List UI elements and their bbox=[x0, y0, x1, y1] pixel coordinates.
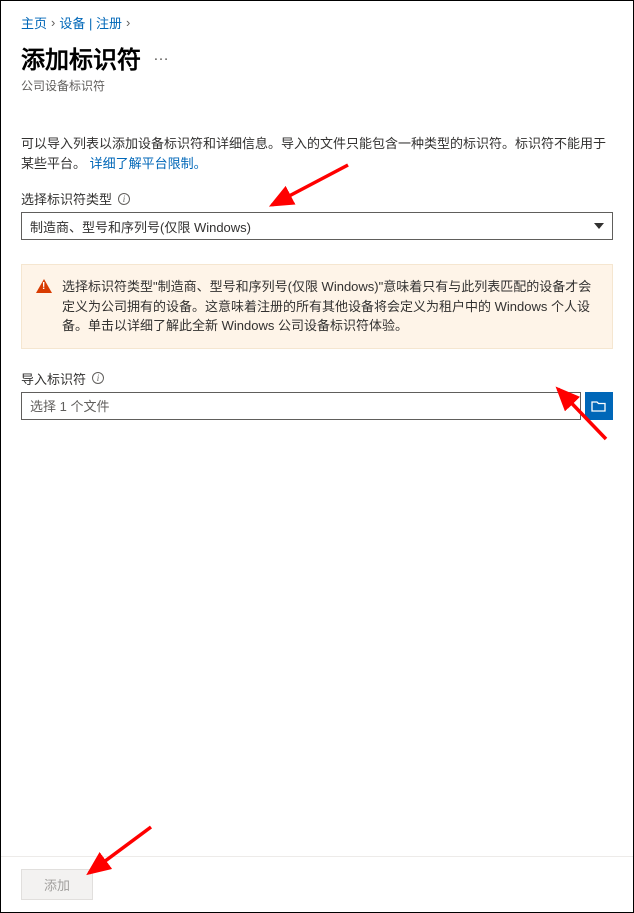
info-icon[interactable]: i bbox=[92, 372, 104, 384]
breadcrumb-home[interactable]: 主页 bbox=[21, 13, 47, 32]
file-input[interactable]: 选择 1 个文件 bbox=[21, 392, 581, 420]
identifier-type-label: 选择标识符类型 i bbox=[21, 189, 613, 208]
info-icon[interactable]: i bbox=[118, 193, 130, 205]
warning-banner: 选择标识符类型"制造商、型号和序列号(仅限 Windows)"意味着只有与此列表… bbox=[21, 264, 613, 349]
breadcrumb: 主页 › 设备 | 注册 › bbox=[21, 9, 613, 40]
more-actions[interactable]: … bbox=[153, 47, 169, 69]
warning-icon bbox=[36, 279, 52, 293]
page-subtitle: 公司设备标识符 bbox=[21, 77, 613, 94]
add-button[interactable]: 添加 bbox=[21, 869, 93, 900]
browse-button[interactable] bbox=[585, 392, 613, 420]
breadcrumb-separator: › bbox=[126, 15, 130, 30]
description-text: 可以导入列表以添加设备标识符和详细信息。导入的文件只能包含一种类型的标识符。标识… bbox=[21, 134, 613, 173]
identifier-type-select[interactable]: 制造商、型号和序列号(仅限 Windows) bbox=[21, 212, 613, 240]
breadcrumb-devices[interactable]: 设备 | 注册 bbox=[59, 13, 122, 32]
breadcrumb-separator: › bbox=[51, 15, 55, 30]
folder-icon bbox=[591, 399, 607, 413]
identifier-type-value: 制造商、型号和序列号(仅限 Windows) bbox=[30, 217, 251, 236]
import-label: 导入标识符 i bbox=[21, 369, 613, 388]
warning-text: 选择标识符类型"制造商、型号和序列号(仅限 Windows)"意味着只有与此列表… bbox=[62, 277, 598, 336]
page-title: 添加标识符 bbox=[21, 40, 141, 75]
platform-limits-link[interactable]: 详细了解平台限制。 bbox=[90, 156, 207, 171]
footer: 添加 bbox=[1, 856, 633, 912]
chevron-down-icon bbox=[594, 223, 604, 229]
